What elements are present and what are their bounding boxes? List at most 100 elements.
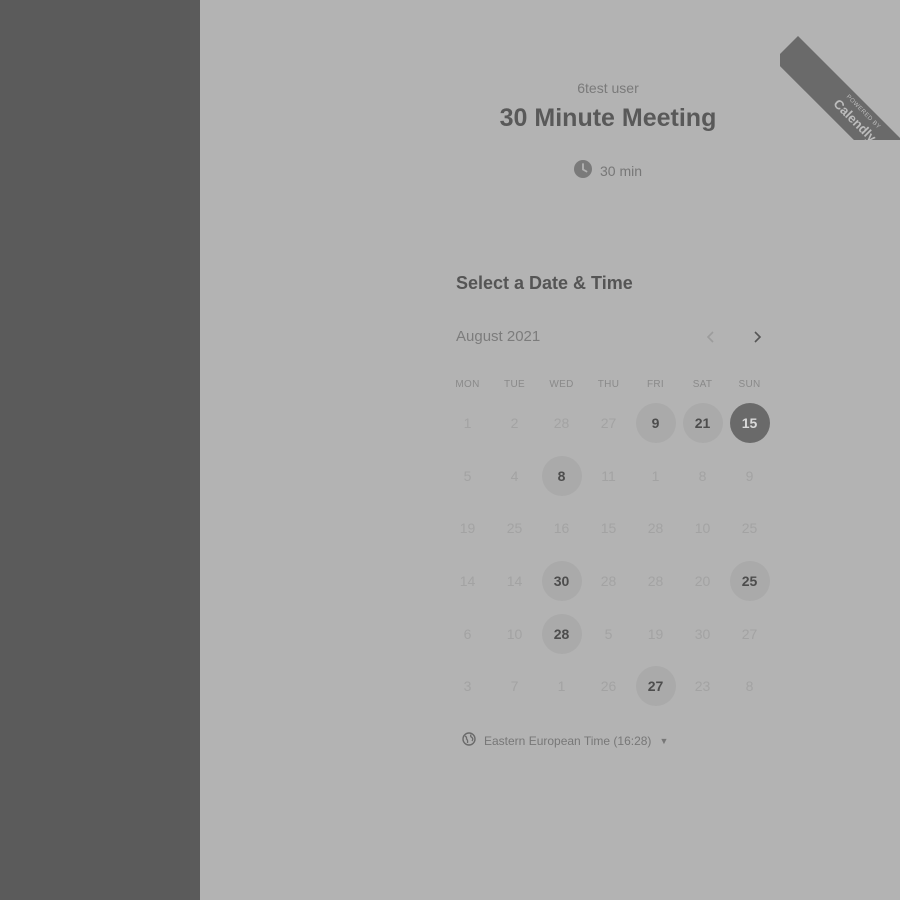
day-number: 2 xyxy=(510,415,519,432)
calendar-day-unavailable: 14 xyxy=(491,555,538,608)
booking-page: POWERED BY Calendly 6test user 30 Minute… xyxy=(200,0,900,900)
calendar-day-unavailable: 28 xyxy=(632,502,679,555)
day-number: 9 xyxy=(635,403,676,444)
calendar-day-available[interactable]: 8 xyxy=(538,450,585,503)
day-number: 15 xyxy=(729,403,770,444)
calendar-day-unavailable: 8 xyxy=(726,660,773,713)
day-number: 10 xyxy=(506,625,523,642)
day-number: 19 xyxy=(647,625,664,642)
calendar-day-available[interactable]: 9 xyxy=(632,397,679,450)
calendar-day-available[interactable]: 30 xyxy=(538,555,585,608)
day-number: 25 xyxy=(741,520,758,537)
day-number: 1 xyxy=(463,415,472,432)
calendar-day-unavailable: 1 xyxy=(632,450,679,503)
duration-text: 30 min xyxy=(599,162,643,179)
calendar-day-unavailable: 6 xyxy=(444,607,491,660)
day-number: 20 xyxy=(694,573,711,590)
day-number: 11 xyxy=(601,467,616,484)
calendar-day-unavailable: 7 xyxy=(491,660,538,713)
calendar-day-unavailable: 10 xyxy=(491,607,538,660)
day-number: 30 xyxy=(694,625,711,642)
next-month-button[interactable] xyxy=(743,324,771,352)
day-number: 25 xyxy=(506,520,523,537)
day-number: 25 xyxy=(729,561,770,602)
calendar-day-unavailable: 23 xyxy=(679,660,726,713)
weekday-label: WED xyxy=(549,379,574,390)
day-number: 5 xyxy=(604,625,613,642)
day-number: 5 xyxy=(463,467,472,484)
day-number: 3 xyxy=(463,678,472,695)
calendar-day-selected[interactable]: 15 xyxy=(726,397,773,450)
calendar-day-unavailable: 1 xyxy=(538,660,585,713)
caret-down-icon: ▼ xyxy=(659,735,669,746)
previous-month-button[interactable] xyxy=(697,324,725,352)
day-number: 1 xyxy=(651,467,660,484)
calendar-day-unavailable: 28 xyxy=(632,555,679,608)
calendar-day-unavailable: 4 xyxy=(491,450,538,503)
weekday-label: SUN xyxy=(738,379,761,390)
calendar-day-unavailable: 28 xyxy=(585,555,632,608)
globe-icon xyxy=(462,732,476,749)
calendar-day-unavailable: 15 xyxy=(585,502,632,555)
calendar-day-unavailable: 9 xyxy=(726,450,773,503)
calendar-day-unavailable: 10 xyxy=(679,502,726,555)
day-number: 27 xyxy=(635,666,676,707)
day-number: 28 xyxy=(647,573,664,590)
day-number: 28 xyxy=(600,573,617,590)
weekday-label: FRI xyxy=(646,379,664,390)
day-number: 4 xyxy=(510,467,519,484)
calendar-day-unavailable: 5 xyxy=(444,450,491,503)
event-duration: 30 min xyxy=(200,160,900,181)
day-number: 23 xyxy=(694,678,711,695)
section-title: Select a Date & Time xyxy=(456,273,633,293)
day-number: 8 xyxy=(541,455,582,496)
calendar-day-unavailable: 30 xyxy=(679,607,726,660)
day-number: 27 xyxy=(600,415,617,432)
weekday-header: MON TUE WED THU FRI SAT SUN xyxy=(444,379,773,390)
chevron-left-icon xyxy=(706,328,716,349)
calendar-grid: 1 2 28 27 9 21 15 5 4 8 11 1 8 9 19 25 16 15 28 10 25 14 14 30 2… xyxy=(444,397,773,713)
organizer-name: 6test user xyxy=(577,80,639,96)
calendar-day-available[interactable]: 21 xyxy=(679,397,726,450)
calendar-day-available[interactable]: 25 xyxy=(726,555,773,608)
timezone-selector[interactable]: Eastern European Time (16:28) ▼ xyxy=(462,732,668,749)
calendar-day-available[interactable]: 27 xyxy=(632,660,679,713)
calendar-day-unavailable: 27 xyxy=(585,397,632,450)
day-number: 21 xyxy=(682,403,723,444)
day-number: 6 xyxy=(463,625,472,642)
day-number: 14 xyxy=(459,573,476,590)
calendar-day-available[interactable]: 28 xyxy=(538,607,585,660)
timezone-label: Eastern European Time (16:28) xyxy=(484,733,652,748)
day-number: 28 xyxy=(553,415,570,432)
calendar-day-unavailable: 2 xyxy=(491,397,538,450)
calendar-day-unavailable: 26 xyxy=(585,660,632,713)
day-number: 1 xyxy=(557,678,566,695)
day-number: 16 xyxy=(553,520,570,537)
calendar-day-unavailable: 19 xyxy=(444,502,491,555)
weekday-label: TUE xyxy=(504,379,525,390)
calendar-day-unavailable: 27 xyxy=(726,607,773,660)
chevron-right-icon xyxy=(752,328,762,349)
calendar-day-unavailable: 11 xyxy=(585,450,632,503)
calendar-day-unavailable: 16 xyxy=(538,502,585,555)
weekday-label: MON xyxy=(455,379,480,390)
day-number: 28 xyxy=(647,520,664,537)
calendar-day-unavailable: 25 xyxy=(726,502,773,555)
calendar-day-unavailable: 19 xyxy=(632,607,679,660)
event-title: 30 Minute Meeting xyxy=(499,104,717,132)
month-label: August 2021 xyxy=(456,328,541,345)
weekday-label: SAT xyxy=(692,379,713,390)
clock-icon xyxy=(573,160,592,181)
day-number: 10 xyxy=(694,520,711,537)
day-number: 8 xyxy=(698,467,707,484)
day-number: 30 xyxy=(541,561,582,602)
calendar-day-unavailable: 3 xyxy=(444,660,491,713)
day-number: 9 xyxy=(745,467,754,484)
day-number: 8 xyxy=(745,678,754,695)
day-number: 27 xyxy=(741,625,758,642)
left-sidebar-panel xyxy=(0,0,200,900)
day-number: 15 xyxy=(600,520,617,537)
weekday-label: THU xyxy=(597,379,620,390)
calendar-day-unavailable: 25 xyxy=(491,502,538,555)
calendar-day-unavailable: 1 xyxy=(444,397,491,450)
